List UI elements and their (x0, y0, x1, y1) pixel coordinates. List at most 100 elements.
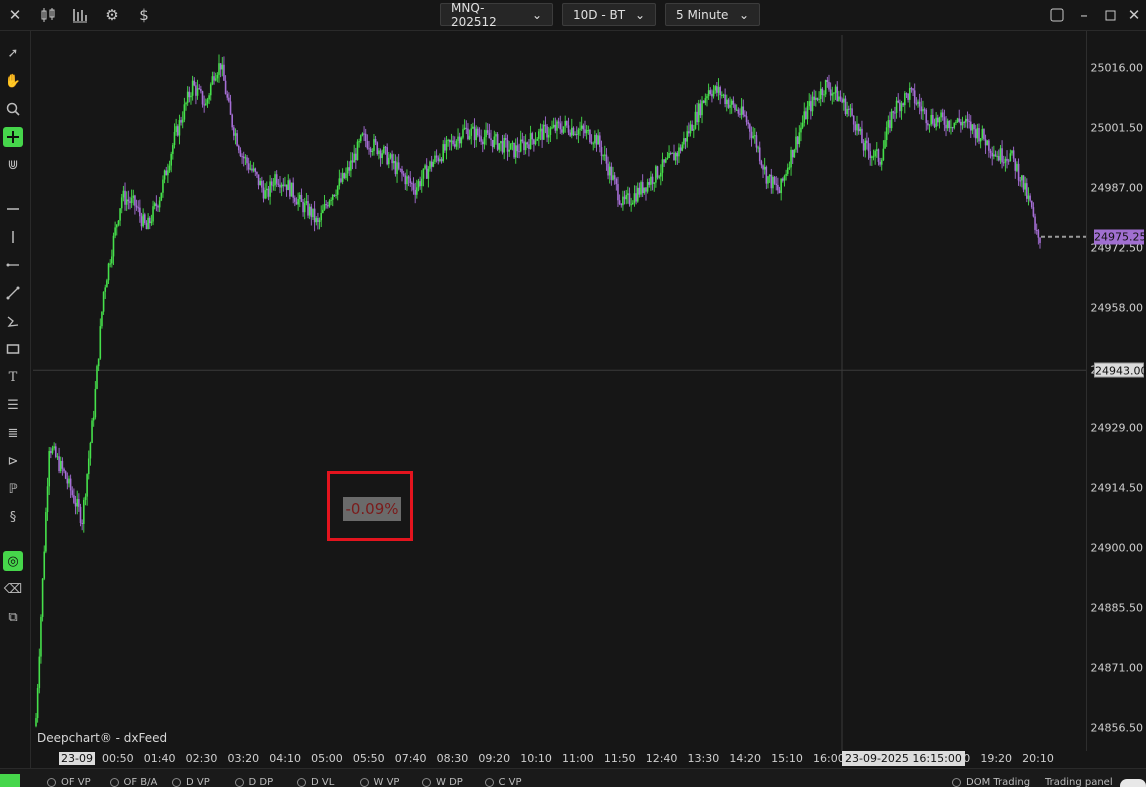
candle (839, 90, 842, 102)
range-dropdown[interactable]: 10D - BT ⌄ (562, 3, 656, 26)
candle (905, 92, 908, 98)
symbol-dropdown[interactable]: MNQ-202512 ⌄ (440, 1, 553, 29)
candle (152, 200, 154, 226)
candle (1032, 202, 1035, 218)
close-icon[interactable]: ✕ (5, 5, 25, 25)
candle (814, 90, 817, 107)
candle (379, 148, 382, 167)
candle (993, 145, 995, 160)
candle (725, 94, 728, 112)
candle (997, 149, 1000, 162)
candle (257, 174, 260, 190)
layout-icon[interactable] (1047, 5, 1067, 25)
candle (333, 194, 336, 198)
price-chart[interactable] (33, 35, 1086, 751)
candle (56, 453, 59, 461)
candle (950, 119, 952, 135)
candle (160, 192, 163, 202)
price-tick-label: 25001.50 (1090, 121, 1144, 135)
ray-icon[interactable] (3, 255, 23, 275)
candle (219, 63, 222, 78)
candle (656, 165, 659, 180)
arrow-flag-icon[interactable]: ⊳ (3, 451, 23, 471)
candle (195, 81, 197, 105)
maximize-icon[interactable] (1100, 5, 1120, 25)
eraser-icon[interactable]: ⌫ (3, 579, 23, 599)
fib-icon[interactable]: ≣ (3, 423, 23, 443)
candle (920, 97, 923, 120)
candle (904, 91, 906, 114)
vertical-line-icon[interactable] (3, 227, 23, 247)
candle (51, 445, 54, 455)
candle (36, 683, 39, 723)
candle (1011, 150, 1013, 156)
candle (765, 165, 768, 190)
candle (125, 191, 128, 211)
candle (181, 111, 184, 129)
candle (999, 144, 1002, 164)
candle (270, 177, 273, 193)
candle (94, 381, 97, 420)
candle (783, 174, 786, 187)
candle (564, 115, 567, 133)
lines-icon[interactable]: ☰ (3, 395, 23, 415)
candle (894, 106, 896, 122)
time-tick-label: 05:50 (352, 752, 385, 765)
candles-icon[interactable] (38, 5, 58, 25)
horizontal-line-icon[interactable] (3, 199, 23, 219)
interval-dropdown[interactable]: 5 Minute ⌄ (665, 3, 760, 26)
candle (241, 153, 243, 164)
candle (292, 177, 294, 204)
candle (697, 99, 700, 131)
time-tick-label: 12:40 (645, 752, 678, 765)
candle (229, 94, 232, 115)
candle (974, 124, 977, 146)
time-axis[interactable]: 23-09 00:50 01:40 02:30 03:20 04:10 05:00 05:50… (33, 751, 1086, 768)
zoom-icon[interactable] (3, 99, 23, 119)
cursor-icon[interactable]: ➚ (3, 43, 23, 63)
candle (488, 123, 491, 139)
candle (224, 75, 227, 95)
duplicate-icon[interactable]: ⧉ (3, 607, 23, 627)
candle (694, 104, 697, 130)
text-icon[interactable]: T (3, 367, 23, 387)
candle (816, 97, 819, 102)
magnet-active-icon[interactable]: ◎ (3, 551, 23, 571)
price-label-icon[interactable]: ℙ (3, 479, 23, 499)
window-close-icon[interactable]: ✕ (1124, 5, 1144, 25)
candle (280, 182, 283, 197)
candle (109, 259, 111, 268)
candle (269, 175, 271, 205)
candle (218, 54, 220, 83)
candle (818, 91, 820, 104)
candle (838, 90, 840, 102)
magnet-icon[interactable]: ⋓ (3, 155, 23, 175)
candle (457, 128, 459, 150)
time-tick-label: 07:40 (394, 752, 427, 765)
candle (198, 84, 201, 90)
price-tick-label: 24900.00 (1090, 541, 1144, 555)
polyline-icon[interactable] (3, 311, 23, 331)
candle (757, 145, 759, 153)
candle (130, 189, 133, 208)
price-axis[interactable]: 25016.00 25001.50 24987.00 24972.50 24958.00… (1086, 31, 1146, 751)
minimize-icon[interactable]: – (1074, 5, 1094, 25)
candle (744, 110, 746, 118)
candle (486, 123, 489, 135)
sync-icon[interactable]: § (3, 507, 23, 527)
rectangle-icon[interactable] (3, 339, 23, 359)
trend-line-icon[interactable] (3, 283, 23, 303)
candle (381, 149, 384, 165)
bar-chart-icon[interactable] (70, 5, 90, 25)
candle (445, 135, 448, 160)
settings-icon[interactable]: ⚙ (102, 5, 122, 25)
candle (641, 174, 644, 197)
candle (284, 176, 286, 187)
candle (627, 186, 629, 204)
crosshair-icon[interactable] (3, 127, 23, 147)
candle (978, 123, 980, 145)
candle (122, 185, 125, 202)
candle (209, 82, 212, 101)
dollar-icon[interactable]: $ (134, 5, 154, 25)
hand-icon[interactable]: ✋ (3, 71, 23, 91)
